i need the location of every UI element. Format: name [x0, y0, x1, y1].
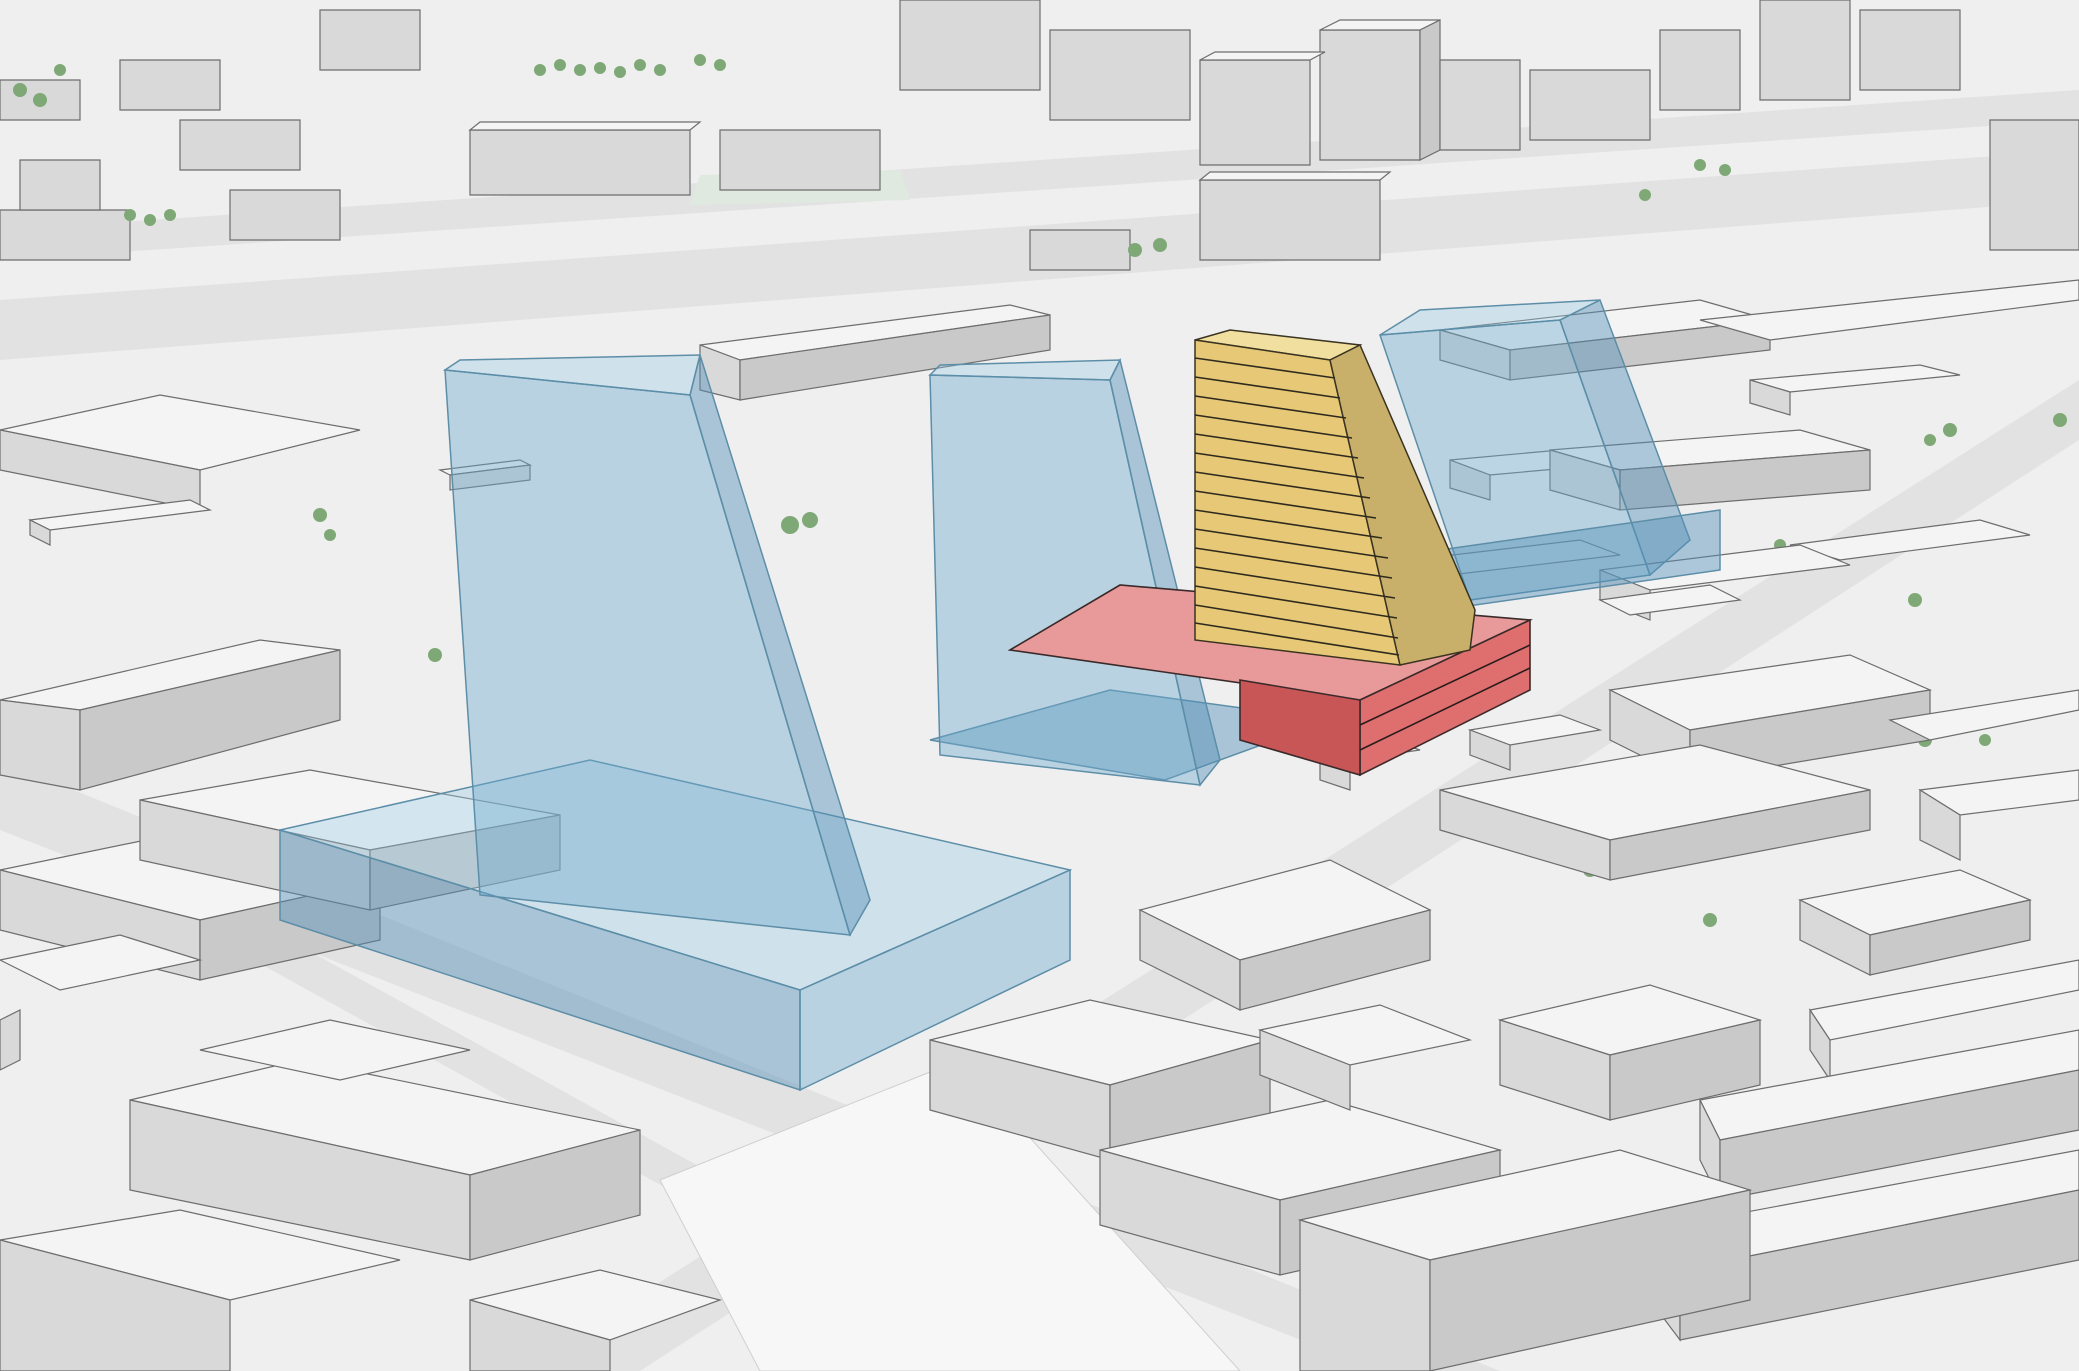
city-scene — [0, 0, 2079, 1371]
map-3d-viewport[interactable] — [0, 0, 2079, 1371]
